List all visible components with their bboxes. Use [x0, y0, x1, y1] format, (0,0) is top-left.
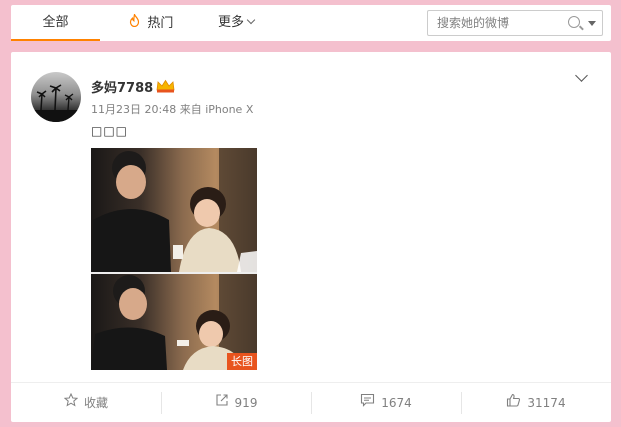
comment-icon: [360, 383, 375, 423]
tab-more[interactable]: 更多: [211, 5, 261, 41]
repost-button[interactable]: 919: [161, 383, 311, 423]
search-dropdown-icon[interactable]: [588, 21, 596, 26]
image-frame-top: [91, 148, 257, 272]
search-input[interactable]: 搜索她的微博: [437, 11, 509, 35]
tab-all[interactable]: 全部: [11, 5, 100, 41]
author-name[interactable]: 多妈7788: [91, 77, 153, 96]
comment-count: 1674: [381, 396, 412, 410]
like-count: 31174: [527, 396, 566, 410]
tab-hot[interactable]: 热门: [121, 5, 181, 41]
fire-icon: [129, 12, 144, 30]
more-options-chevron-icon[interactable]: [575, 69, 588, 82]
like-button[interactable]: 31174: [461, 383, 611, 423]
vip-crown-icon[interactable]: [156, 78, 175, 93]
favorite-label: 收藏: [83, 396, 108, 410]
favorite-button[interactable]: 收藏: [11, 383, 161, 423]
post-source: 来自 iPhone X: [179, 103, 254, 116]
post-text: □□□: [91, 124, 129, 138]
weibo-post-card: 多妈7788 11月23日 20:48 来自 iPhone X □□□ 长图 收…: [11, 52, 611, 422]
long-image-badge: 长图: [227, 353, 257, 370]
post-image[interactable]: 长图: [91, 148, 257, 370]
search-box[interactable]: 搜索她的微博: [427, 10, 603, 36]
search-icon[interactable]: [568, 16, 580, 28]
tab-all-label: 全部: [42, 15, 69, 30]
thumbs-up-icon: [506, 383, 521, 423]
repost-icon: [215, 383, 229, 423]
tab-more-label: 更多: [217, 15, 244, 30]
post-meta: 11月23日 20:48 来自 iPhone X: [91, 101, 253, 117]
avatar[interactable]: [31, 72, 81, 122]
star-icon: [63, 383, 79, 423]
repost-count: 919: [234, 396, 258, 410]
post-time[interactable]: 11月23日 20:48: [91, 103, 176, 116]
top-nav-bar: 全部 热门 更多 搜索她的微博: [11, 5, 611, 41]
post-actions-bar: 收藏 919 1674 31174: [11, 382, 611, 422]
tab-hot-label: 热门: [147, 16, 174, 31]
chevron-down-icon: [246, 15, 256, 25]
comment-button[interactable]: 1674: [311, 383, 461, 423]
